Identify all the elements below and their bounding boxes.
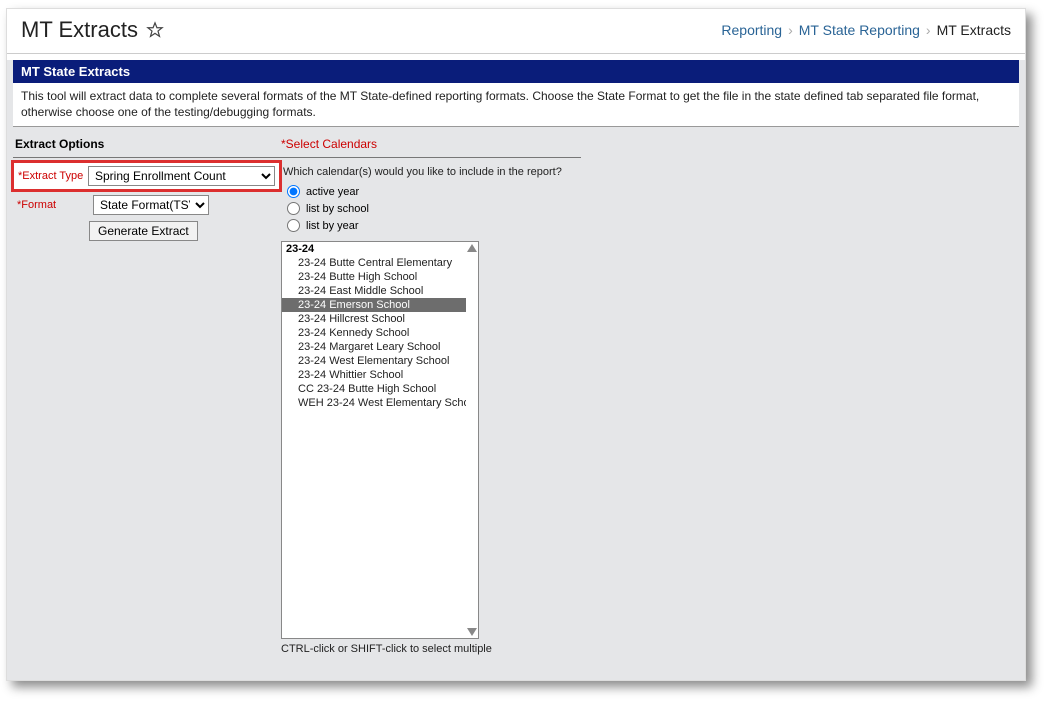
multiselect-hint: CTRL-click or SHIFT-click to select mult… — [281, 639, 581, 655]
page-title: MT Extracts — [21, 17, 138, 43]
content-panel: MT State Extracts This tool will extract… — [7, 60, 1025, 680]
list-item[interactable]: 23-24 Butte Central Elementary — [282, 256, 466, 270]
list-item[interactable]: 23-24 Hillcrest School — [282, 312, 466, 326]
radio-list-by-school-label: list by school — [306, 203, 369, 215]
scroll-up-icon[interactable] — [467, 244, 477, 252]
chevron-right-icon: › — [926, 22, 931, 38]
breadcrumb-current: MT Extracts — [937, 22, 1011, 38]
calendar-prompt: Which calendar(s) would you like to incl… — [281, 164, 581, 184]
radio-list-by-year-label: list by year — [306, 220, 359, 232]
favorite-star-icon[interactable] — [146, 21, 164, 39]
list-item[interactable]: 23-24 Kennedy School — [282, 326, 466, 340]
radio-active-year-input[interactable] — [287, 185, 300, 198]
extract-options-heading: Extract Options — [13, 135, 281, 157]
breadcrumb-mt-state-reporting[interactable]: MT State Reporting — [799, 22, 920, 38]
select-calendars-heading: *Select Calendars — [281, 135, 621, 157]
extract-type-select[interactable]: Spring Enrollment Count — [88, 166, 275, 186]
list-item[interactable]: 23-24 Butte High School — [282, 270, 466, 284]
radio-active-year-label: active year — [306, 186, 359, 198]
list-item[interactable]: 23-24 Whittier School — [282, 368, 466, 382]
calendar-listbox[interactable]: 23-2423-24 Butte Central Elementary23-24… — [281, 241, 479, 639]
list-item[interactable]: 23-24 Emerson School — [282, 298, 466, 312]
scroll-down-icon[interactable] — [467, 628, 477, 636]
list-item[interactable]: 23-24 West Elementary School — [282, 354, 466, 368]
format-select[interactable]: State Format(TSV) — [93, 195, 209, 215]
breadcrumb-reporting[interactable]: Reporting — [721, 22, 782, 38]
list-item[interactable]: CC 23-24 Butte High School — [282, 382, 466, 396]
header-bar: MT Extracts Reporting › MT State Reporti… — [7, 9, 1025, 54]
format-label: *Format — [17, 199, 87, 211]
radio-list-by-year-input[interactable] — [287, 219, 300, 232]
list-item[interactable]: 23-24 Margaret Leary School — [282, 340, 466, 354]
list-item[interactable]: WEH 23-24 West Elementary School — [282, 396, 466, 410]
radio-active-year[interactable]: active year — [281, 184, 581, 201]
listbox-scrollbar[interactable] — [466, 242, 478, 638]
radio-list-by-school-input[interactable] — [287, 202, 300, 215]
radio-list-by-school[interactable]: list by school — [281, 201, 581, 218]
chevron-right-icon: › — [788, 22, 793, 38]
listbox-group: 23-24 — [282, 242, 466, 256]
list-item[interactable]: 23-24 East Middle School — [282, 284, 466, 298]
breadcrumb: Reporting › MT State Reporting › MT Extr… — [721, 22, 1011, 38]
extract-type-label: *Extract Type — [18, 170, 88, 182]
section-bar: MT State Extracts — [13, 60, 1019, 83]
highlighted-extract-type-row: *Extract Type Spring Enrollment Count — [11, 160, 282, 192]
generate-extract-button[interactable]: Generate Extract — [89, 221, 198, 241]
radio-list-by-year[interactable]: list by year — [281, 218, 581, 235]
section-description: This tool will extract data to complete … — [13, 83, 1019, 127]
